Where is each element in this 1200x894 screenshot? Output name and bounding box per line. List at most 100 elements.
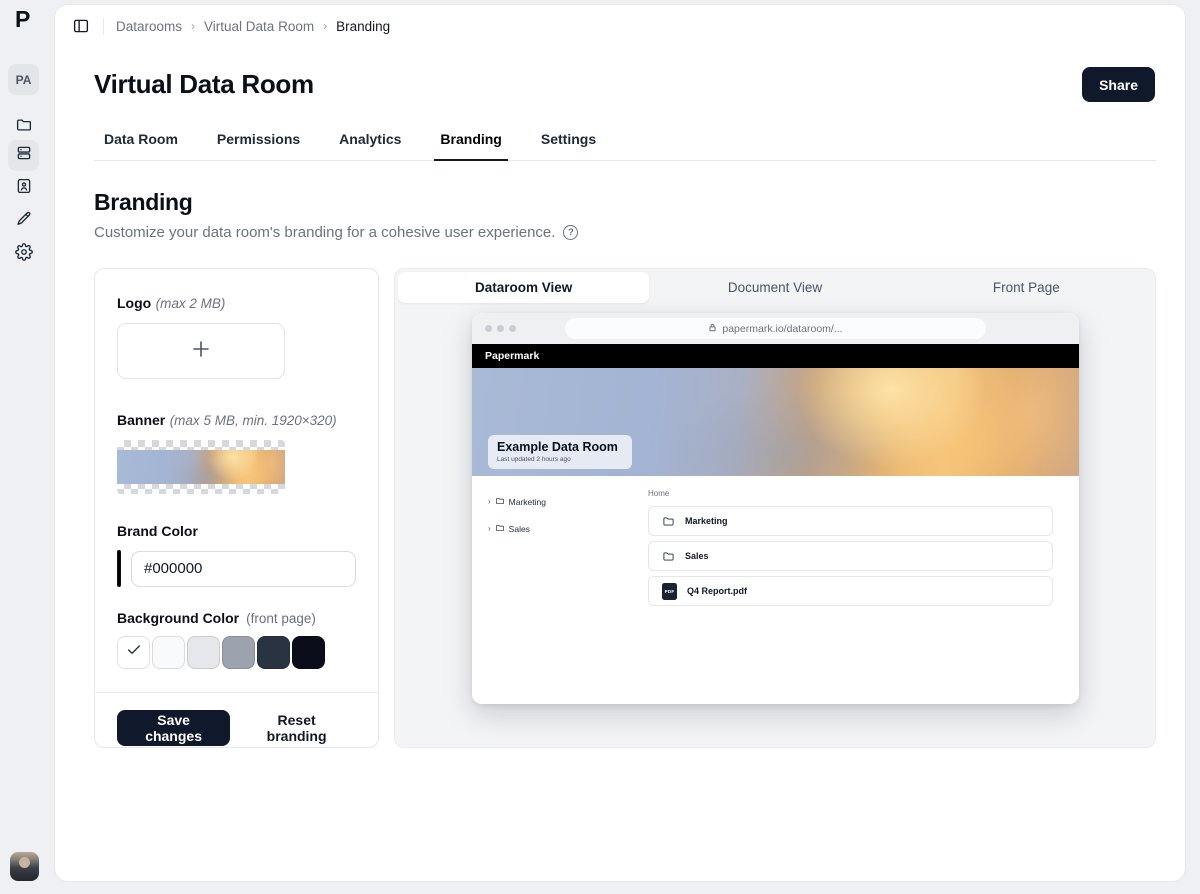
lock-icon — [708, 323, 717, 335]
browser-mockup: papermark.io/dataroom/... Papermark Exam… — [472, 313, 1079, 704]
sidebar-item-branding[interactable] — [8, 206, 39, 237]
sidebar-item-contacts[interactable] — [8, 173, 39, 204]
banner-preview-thumbnail[interactable] — [117, 440, 285, 494]
folder-icon — [495, 493, 505, 511]
site-body: › Marketing › Sales Home Marketing Sales… — [472, 476, 1079, 704]
branding-form-panel: Logo (max 2 MB) Banner (max 5 MB, min. 1… — [94, 268, 379, 748]
folder-icon — [663, 552, 674, 560]
app-rail: P PA — [0, 0, 54, 894]
bg-swatch-gray[interactable] — [187, 636, 220, 669]
tab-bar: Data Room Permissions Analytics Branding… — [94, 125, 1156, 161]
traffic-dot — [485, 325, 492, 332]
sidebar-item-datarooms[interactable] — [8, 140, 39, 171]
main-card: Datarooms › Virtual Data Room › Branding… — [54, 4, 1186, 882]
preview-tab-document-view[interactable]: Document View — [649, 272, 900, 303]
site-sidebar-tree: › Marketing › Sales — [472, 476, 648, 704]
section-subtitle: Customize your data room's branding for … — [94, 224, 579, 241]
save-changes-button[interactable]: Save changes — [117, 710, 231, 746]
check-icon — [126, 642, 142, 663]
folder-icon — [15, 116, 33, 139]
brand-color-label: Brand Color — [117, 523, 198, 539]
datarooms-icon — [15, 144, 33, 167]
brand-color-label-row: Brand Color — [117, 523, 356, 541]
traffic-dot — [509, 325, 516, 332]
banner-label-row: Banner (max 5 MB, min. 1920×320) — [117, 412, 356, 430]
site-banner-image: Example Data Room Last updated 2 hours a… — [472, 368, 1079, 476]
tab-data-room[interactable]: Data Room — [94, 125, 188, 160]
share-button[interactable]: Share — [1082, 67, 1155, 102]
room-last-updated: Last updated 2 hours ago — [497, 456, 571, 463]
tree-item-marketing[interactable]: › Marketing — [488, 493, 648, 511]
breadcrumb-separator: › — [323, 19, 328, 33]
list-item-sales-folder[interactable]: Sales — [648, 541, 1053, 571]
site-brand-name: Papermark — [485, 350, 540, 362]
section-subtitle-text: Customize your data room's branding for … — [94, 224, 556, 241]
breadcrumb: Datarooms › Virtual Data Room › Branding — [116, 19, 390, 34]
preview-panel: Dataroom View Document View Front Page p… — [394, 268, 1156, 748]
tab-settings[interactable]: Settings — [531, 125, 606, 160]
logo-label: Logo — [117, 295, 152, 311]
background-swatch-row — [117, 636, 356, 669]
chevron-right-icon: › — [488, 524, 491, 533]
sidebar-toggle-icon[interactable] — [71, 16, 91, 36]
list-item-label: Marketing — [685, 516, 728, 526]
gear-icon — [14, 243, 33, 266]
sidebar-item-documents[interactable] — [8, 112, 39, 143]
traffic-light-dots — [485, 325, 516, 332]
tree-item-sales[interactable]: › Sales — [488, 520, 648, 538]
page-title: Virtual Data Room — [94, 69, 314, 99]
banner-label: Banner — [117, 412, 166, 428]
topbar: Datarooms › Virtual Data Room › Branding — [71, 16, 390, 36]
brand-color-hex-input[interactable] — [131, 550, 356, 587]
logo-upload-dropzone[interactable] — [117, 323, 285, 379]
preview-tab-front-page[interactable]: Front Page — [901, 272, 1152, 303]
list-item-marketing-folder[interactable]: Marketing — [648, 506, 1053, 536]
tab-permissions[interactable]: Permissions — [207, 125, 310, 160]
list-item-q4-report-pdf[interactable]: PDF Q4 Report.pdf — [648, 576, 1053, 606]
background-color-hint: (front page) — [246, 611, 316, 626]
user-avatar[interactable] — [10, 852, 39, 881]
tree-item-label: Marketing — [508, 497, 546, 507]
room-title-card: Example Data Room Last updated 2 hours a… — [488, 435, 632, 469]
brand-color-swatch[interactable] — [117, 550, 121, 587]
breadcrumb-separator: › — [191, 19, 196, 33]
traffic-dot — [497, 325, 504, 332]
tab-branding[interactable]: Branding — [430, 125, 511, 161]
list-item-label: Q4 Report.pdf — [687, 586, 747, 596]
url-bar: papermark.io/dataroom/... — [565, 318, 986, 339]
topbar-divider — [103, 17, 104, 35]
form-footer: Save changes Reset branding — [95, 692, 378, 746]
browser-chrome: papermark.io/dataroom/... — [472, 313, 1079, 344]
breadcrumb-virtual-data-room[interactable]: Virtual Data Room — [204, 19, 314, 34]
bg-swatch-medium-gray[interactable] — [222, 636, 255, 669]
folder-icon — [663, 517, 674, 525]
logo-hint: (max 2 MB) — [155, 296, 226, 311]
brand-color-row — [117, 550, 356, 587]
help-icon[interactable]: ? — [563, 225, 579, 240]
contact-card-icon — [15, 177, 33, 200]
background-color-label-row: Background Color (front page) — [117, 610, 356, 626]
paintbrush-icon — [15, 210, 33, 233]
section-title: Branding — [94, 189, 193, 215]
site-main-list: Home Marketing Sales PDF Q4 Report.pdf — [648, 476, 1079, 704]
logo-label-row: Logo (max 2 MB) — [117, 295, 356, 313]
background-color-label: Background Color — [117, 610, 240, 626]
app-logo[interactable]: P — [15, 6, 30, 33]
bg-swatch-black[interactable] — [292, 636, 325, 669]
pdf-file-icon: PDF — [662, 582, 677, 600]
sidebar-item-settings[interactable] — [8, 239, 39, 270]
banner-image — [117, 450, 285, 484]
preview-tab-dataroom-view[interactable]: Dataroom View — [398, 272, 650, 303]
breadcrumb-datarooms[interactable]: Datarooms — [116, 19, 182, 34]
home-label: Home — [648, 489, 670, 498]
tab-analytics[interactable]: Analytics — [329, 125, 411, 160]
chevron-right-icon: › — [488, 497, 491, 506]
workspace-avatar[interactable]: PA — [8, 64, 39, 95]
bg-swatch-light[interactable] — [152, 636, 185, 669]
reset-branding-button[interactable]: Reset branding — [237, 710, 356, 746]
preview-tab-bar: Dataroom View Document View Front Page — [398, 272, 1152, 303]
bg-swatch-dark-slate[interactable] — [257, 636, 290, 669]
bg-swatch-white-selected[interactable] — [117, 636, 150, 669]
plus-icon — [189, 337, 213, 366]
room-title: Example Data Room — [497, 440, 618, 454]
